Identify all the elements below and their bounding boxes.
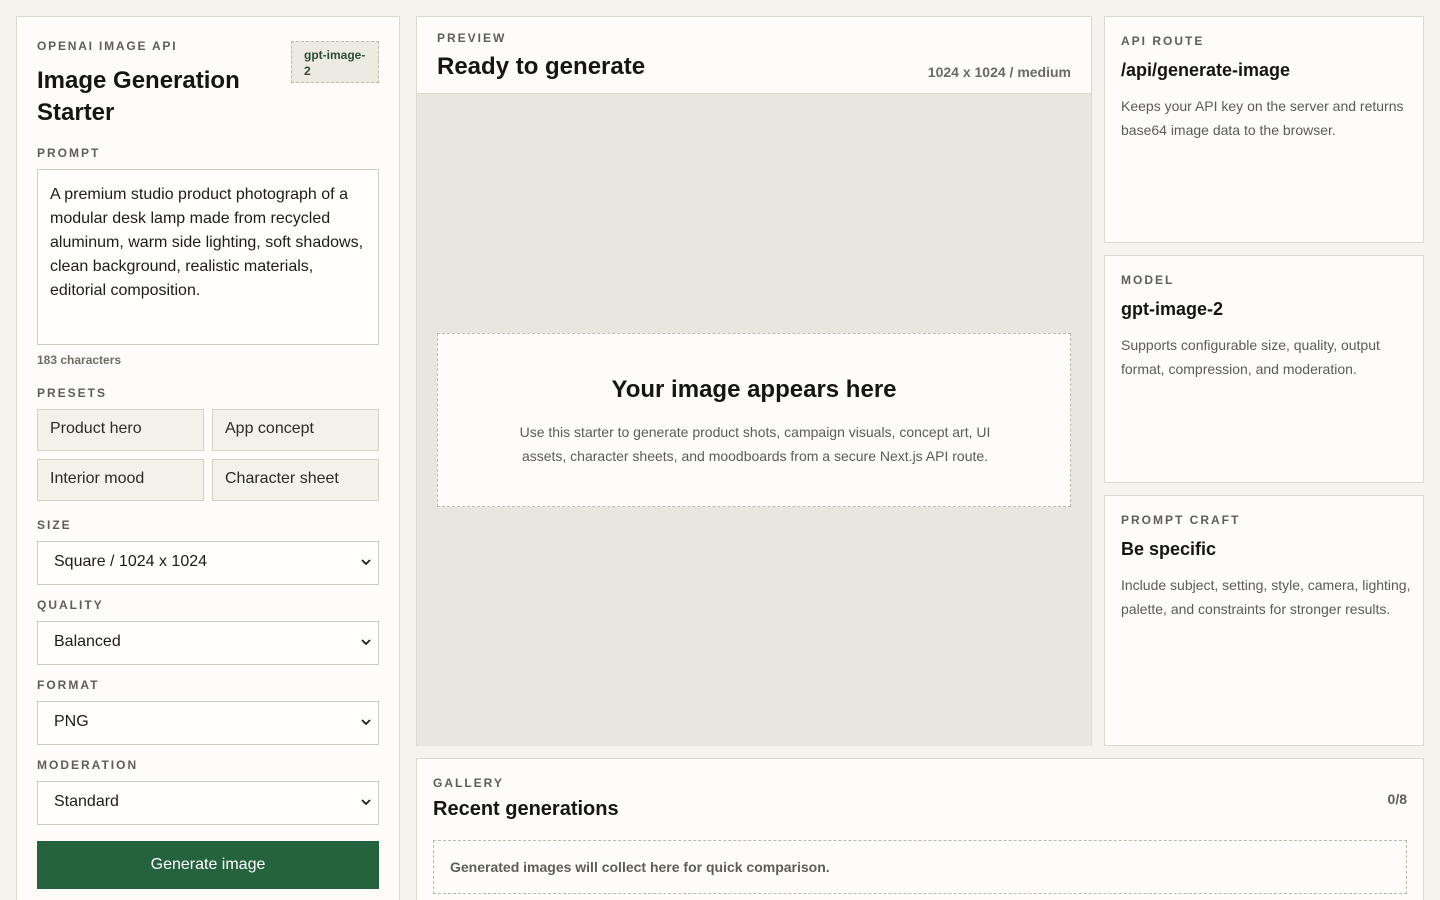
- info-card-model: MODEL gpt-image-2 Supports configurable …: [1104, 255, 1424, 483]
- empty-preview-title: Your image appears here: [611, 376, 897, 403]
- gallery-count: 0/8: [1387, 791, 1407, 807]
- info-card-prompt-craft: PROMPT CRAFT Be specific Include subject…: [1104, 495, 1424, 746]
- format-select[interactable]: PNG: [37, 701, 379, 745]
- brand-header: OPENAI IMAGE API Image Generation Starte…: [37, 37, 379, 147]
- preset-product-hero[interactable]: Product hero: [37, 409, 204, 451]
- quality-label: QUALITY: [37, 598, 104, 612]
- quality-select-value: Balanced: [54, 633, 121, 650]
- size-select[interactable]: Square / 1024 x 1024: [37, 541, 379, 585]
- info-card-description: Keeps your API key on the server and ret…: [1121, 98, 1404, 138]
- quality-select[interactable]: Balanced: [37, 621, 379, 665]
- chevron-down-icon: [361, 559, 371, 566]
- brand-eyebrow: OPENAI IMAGE API: [37, 39, 178, 53]
- generate-image-button[interactable]: Generate image: [37, 841, 379, 889]
- moderation-select[interactable]: Standard: [37, 781, 379, 825]
- preset-app-concept[interactable]: App concept: [212, 409, 379, 451]
- preview-eyebrow: PREVIEW: [437, 31, 507, 45]
- presets-label: PRESETS: [37, 386, 108, 400]
- gallery-eyebrow: GALLERY: [433, 776, 504, 790]
- chevron-down-icon: [361, 639, 371, 646]
- info-card-api-route: API ROUTE /api/generate-image Keeps your…: [1104, 16, 1424, 243]
- gallery-panel: GALLERY Recent generations 0/8 Generated…: [416, 758, 1424, 900]
- info-card-description: Include subject, setting, style, camera,…: [1121, 577, 1411, 617]
- gallery-empty-state: Generated images will collect here for q…: [433, 840, 1407, 894]
- format-label: FORMAT: [37, 678, 100, 692]
- prompt-textarea[interactable]: A premium studio product photograph of a…: [37, 169, 379, 345]
- moderation-select-value: Standard: [54, 793, 119, 810]
- chevron-down-icon: [361, 719, 371, 726]
- size-label: SIZE: [37, 518, 72, 532]
- gallery-title: Recent generations: [433, 798, 619, 820]
- preset-interior-mood[interactable]: Interior mood: [37, 459, 204, 501]
- info-card-eyebrow: API ROUTE: [1121, 34, 1205, 48]
- empty-preview-card: Your image appears here Use this starter…: [437, 333, 1071, 507]
- preview-panel: PREVIEW Ready to generate 1024 x 1024 / …: [416, 16, 1092, 746]
- app-title: Image Generation Starter: [37, 67, 240, 126]
- prompt-char-count: 183 characters: [37, 353, 122, 367]
- preview-header: PREVIEW Ready to generate 1024 x 1024 / …: [417, 17, 1091, 94]
- preview-canvas: Your image appears here Use this starter…: [417, 94, 1091, 746]
- info-card-description: Supports configurable size, quality, out…: [1121, 337, 1380, 377]
- info-card-title: gpt-image-2: [1121, 299, 1224, 319]
- info-card-eyebrow: MODEL: [1121, 273, 1175, 287]
- preview-size-quality: 1024 x 1024 / medium: [927, 64, 1071, 80]
- size-select-value: Square / 1024 x 1024: [54, 553, 208, 570]
- info-card-title: Be specific: [1121, 539, 1217, 559]
- prompt-label: PROMPT: [37, 146, 101, 160]
- info-card-title: /api/generate-image: [1121, 60, 1291, 80]
- format-select-value: PNG: [54, 713, 89, 730]
- chevron-down-icon: [361, 799, 371, 806]
- model-badge: gpt-image-2: [291, 41, 379, 83]
- preset-character-sheet[interactable]: Character sheet: [212, 459, 379, 501]
- preview-title: Ready to generate: [437, 53, 646, 80]
- empty-preview-description: Use this starter to generate product sho…: [519, 424, 991, 464]
- moderation-label: MODERATION: [37, 758, 139, 772]
- info-card-eyebrow: PROMPT CRAFT: [1121, 513, 1241, 527]
